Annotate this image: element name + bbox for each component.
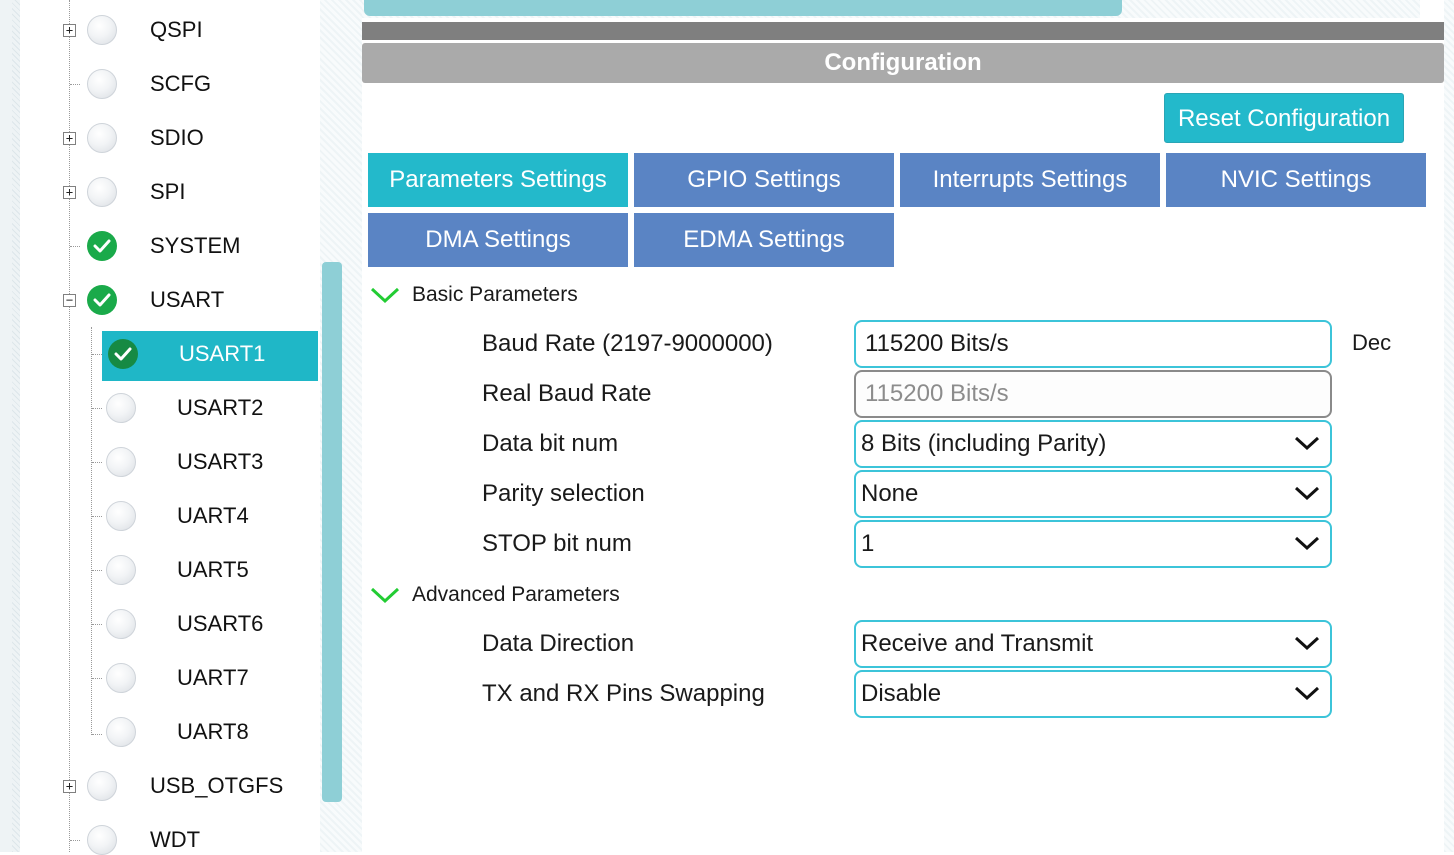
status-empty-icon — [87, 177, 117, 207]
real-baud-rate-field: 115200 Bits/s — [854, 370, 1332, 418]
baud-rate-value: 115200 Bits/s — [865, 330, 1009, 357]
tree-guide-line — [92, 678, 102, 679]
parity-selection-label: Parity selection — [482, 480, 645, 507]
status-empty-icon — [106, 393, 136, 423]
tree-item-uart4[interactable]: UART4 — [177, 503, 249, 529]
tree-item-wdt[interactable]: WDT — [150, 827, 200, 853]
horizontal-scrollbar-thumb[interactable] — [364, 0, 1122, 16]
tree-item-usart3[interactable]: USART3 — [177, 449, 263, 475]
reset-configuration-button[interactable]: Reset Configuration — [1164, 93, 1404, 143]
check-icon — [108, 339, 138, 369]
tree-item-uart5[interactable]: UART5 — [177, 557, 249, 583]
status-empty-icon — [106, 447, 136, 477]
tree-item-scfg[interactable]: SCFG — [150, 71, 211, 97]
tree-guide-line — [92, 354, 102, 355]
tree-item-sdio[interactable]: SDIO — [150, 125, 204, 151]
pin-swapping-label: TX and RX Pins Swapping — [482, 680, 765, 707]
tree-guide-line — [70, 84, 80, 85]
tree-item-usart[interactable]: USART — [150, 287, 224, 313]
tree-guide-line — [92, 734, 102, 735]
tree-item-usart2[interactable]: USART2 — [177, 395, 263, 421]
collapse-icon[interactable]: − — [63, 294, 76, 307]
chevron-down-icon — [370, 287, 400, 304]
chevron-down-icon — [370, 587, 400, 604]
left-margin — [0, 0, 20, 852]
tree-guide-line — [91, 327, 92, 735]
tree-item-usart1[interactable]: USART1 — [179, 341, 265, 367]
status-empty-icon — [87, 771, 117, 801]
tree-guide-line — [70, 246, 80, 247]
tree-item-uart8[interactable]: UART8 — [177, 719, 249, 745]
tree-guide-line — [70, 840, 80, 841]
status-empty-icon — [106, 663, 136, 693]
stop-bit-num-label: STOP bit num — [482, 530, 632, 557]
stop-bit-num-value: 1 — [861, 530, 875, 557]
pin-swapping-value: Disable — [861, 680, 942, 707]
tree-item-usb-otgfs[interactable]: USB_OTGFS — [150, 773, 283, 799]
advanced-parameters-header[interactable]: Advanced Parameters — [370, 580, 670, 610]
chevron-down-icon — [1294, 486, 1320, 501]
check-icon — [87, 231, 117, 261]
tab-parameters-settings[interactable]: Parameters Settings — [368, 153, 628, 207]
status-empty-icon — [106, 501, 136, 531]
pin-swapping-select[interactable]: Disable — [854, 670, 1332, 718]
real-baud-rate-value: 115200 Bits/s — [865, 380, 1009, 407]
data-direction-label: Data Direction — [482, 630, 635, 657]
tab-nvic-settings[interactable]: NVIC Settings — [1166, 153, 1426, 207]
status-empty-icon — [106, 609, 136, 639]
tree-scrollbar-thumb[interactable] — [322, 262, 342, 802]
chevron-down-icon — [1294, 636, 1320, 651]
tree-guide-line — [92, 462, 102, 463]
status-empty-icon — [87, 69, 117, 99]
advanced-parameters-title: Advanced Parameters — [412, 583, 620, 606]
tree-guide-line — [92, 516, 102, 517]
status-empty-icon — [87, 123, 117, 153]
peripheral-tree: + QSPI SCFG + SDIO + SPI SYSTEM − USART … — [20, 0, 320, 855]
expand-icon[interactable]: + — [63, 24, 76, 37]
status-empty-icon — [87, 15, 117, 45]
tree-guide-line — [92, 570, 102, 571]
tree-item-system[interactable]: SYSTEM — [150, 233, 240, 259]
expand-icon[interactable]: + — [63, 780, 76, 793]
chevron-down-icon — [1294, 686, 1320, 701]
tree-item-spi[interactable]: SPI — [150, 179, 185, 205]
tab-edma-settings[interactable]: EDMA Settings — [634, 213, 894, 267]
parity-selection-select[interactable]: None — [854, 470, 1332, 518]
data-bit-num-value: 8 Bits (including Parity) — [861, 430, 1107, 457]
parity-selection-value: None — [861, 480, 919, 507]
basic-parameters-title: Basic Parameters — [412, 283, 578, 306]
tab-gpio-settings[interactable]: GPIO Settings — [634, 153, 894, 207]
status-empty-icon — [106, 555, 136, 585]
baud-rate-input[interactable]: 115200 Bits/s — [854, 320, 1332, 368]
tree-item-usart6[interactable]: USART6 — [177, 611, 263, 637]
right-scrollbar-track[interactable] — [1444, 0, 1454, 852]
tab-dma-settings[interactable]: DMA Settings — [368, 213, 628, 267]
tab-interrupts-settings[interactable]: Interrupts Settings — [900, 153, 1160, 207]
data-direction-value: Receive and Transmit — [861, 630, 1094, 657]
expand-icon[interactable]: + — [63, 186, 76, 199]
panel-divider[interactable] — [362, 22, 1444, 40]
real-baud-rate-label: Real Baud Rate — [482, 380, 652, 407]
tree-guide-line — [92, 408, 102, 409]
expand-icon[interactable]: + — [63, 132, 76, 145]
chevron-down-icon — [1294, 436, 1320, 451]
data-bit-num-label: Data bit num — [482, 430, 619, 457]
status-empty-icon — [87, 825, 117, 855]
chevron-down-icon — [1294, 536, 1320, 551]
configuration-header: Configuration — [362, 43, 1444, 83]
tree-item-uart7[interactable]: UART7 — [177, 665, 249, 691]
tree-item-qspi[interactable]: QSPI — [150, 17, 203, 43]
baud-rate-label: Baud Rate (2197-9000000) — [482, 330, 773, 357]
stop-bit-num-select[interactable]: 1 — [854, 520, 1332, 568]
tree-guide-line — [92, 624, 102, 625]
data-direction-select[interactable]: Receive and Transmit — [854, 620, 1332, 668]
check-icon — [87, 285, 117, 315]
tree-guide-line — [69, 0, 70, 852]
basic-parameters-header[interactable]: Basic Parameters — [370, 280, 670, 310]
data-bit-num-select[interactable]: 8 Bits (including Parity) — [854, 420, 1332, 468]
status-empty-icon — [106, 717, 136, 747]
baud-rate-unit[interactable]: Dec — [1352, 329, 1391, 357]
